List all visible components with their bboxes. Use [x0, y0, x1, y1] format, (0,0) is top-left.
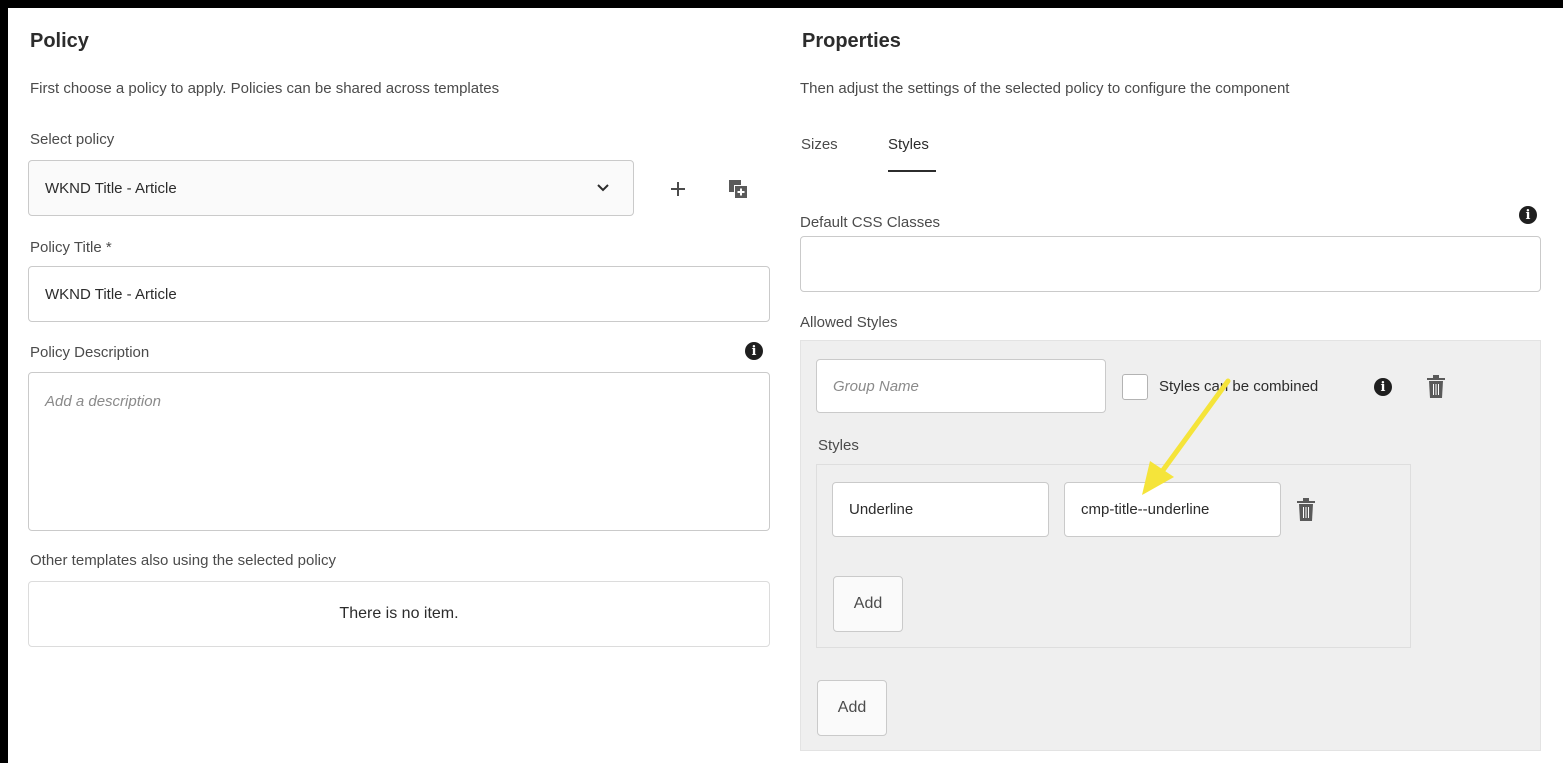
allowed-styles-label: Allowed Styles [800, 314, 898, 331]
properties-description-text: Then adjust the settings of the selected… [800, 80, 1290, 97]
group-name-placeholder: Group Name [833, 377, 919, 395]
add-group-button[interactable]: Add [817, 680, 887, 736]
policy-heading: Policy [30, 30, 89, 52]
tab-sizes[interactable]: Sizes [801, 136, 838, 153]
policy-title-label: Policy Title * [30, 239, 112, 256]
chevron-down-icon [595, 179, 611, 195]
plus-icon[interactable] [664, 175, 692, 203]
other-templates-label: Other templates also using the selected … [30, 552, 336, 569]
style-name-value: Underline [849, 501, 914, 518]
policy-dialog: Policy First choose a policy to apply. P… [8, 8, 1563, 763]
policy-select-value: WKND Title - Article [45, 179, 177, 197]
yellow-arrow [1142, 378, 1231, 495]
default-css-label: Default CSS Classes [800, 214, 941, 231]
policy-description-label: Policy Description [30, 344, 150, 361]
empty-state-text: There is no item. [339, 605, 459, 622]
style-name-input[interactable]: Underline [832, 482, 1049, 537]
other-templates-list: There is no item. [28, 581, 770, 647]
duplicate-icon[interactable] [724, 175, 752, 203]
policy-title-input[interactable]: WKND Title - Article [28, 266, 770, 322]
default-css-input[interactable] [800, 236, 1541, 292]
properties-heading: Properties [802, 30, 901, 52]
policy-description-placeholder: Add a description [45, 393, 161, 410]
trash-icon[interactable] [1426, 375, 1446, 399]
styles-label: Styles [818, 437, 859, 454]
style-class-value: cmp-title--underline [1081, 501, 1210, 518]
policy-description-textarea[interactable]: Add a description [28, 372, 770, 531]
select-policy-label: Select policy [30, 131, 115, 148]
policy-select[interactable]: WKND Title - Article [28, 160, 634, 216]
policy-title-value: WKND Title - Article [45, 285, 177, 303]
add-style-button[interactable]: Add [833, 576, 903, 632]
group-name-input[interactable]: Group Name [816, 359, 1106, 413]
info-icon[interactable]: i [1374, 378, 1392, 396]
trash-icon[interactable] [1296, 498, 1316, 522]
policy-description-text: First choose a policy to apply. Policies… [30, 80, 500, 97]
tab-styles[interactable]: Styles [888, 136, 929, 153]
active-tab-indicator [888, 170, 936, 172]
info-icon[interactable]: i [1519, 206, 1537, 224]
info-icon[interactable]: i [745, 342, 763, 360]
